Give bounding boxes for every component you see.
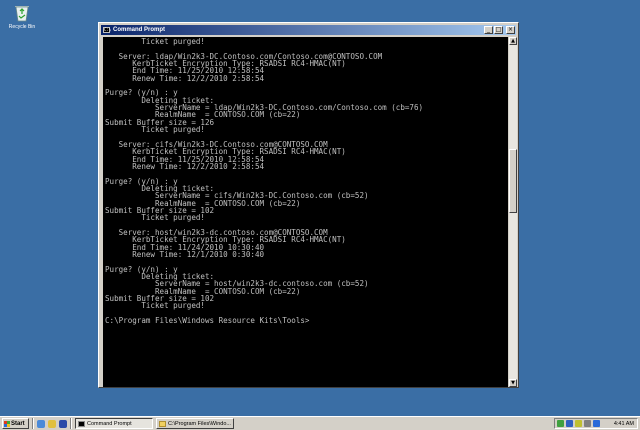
window-title: Command Prompt — [113, 27, 166, 33]
vertical-scrollbar[interactable]: ▲ ▼ — [509, 37, 517, 387]
cmd-task-icon — [78, 420, 85, 427]
show-desktop-icon[interactable] — [37, 419, 45, 428]
tray-status-icon[interactable] — [557, 420, 564, 427]
console-text: Ticket purged! Server: ldap/Win2k3-DC.Co… — [103, 37, 508, 325]
windows-flag-icon — [4, 420, 10, 427]
cmd-app-icon[interactable]: C:\ — [103, 27, 111, 33]
console-line: Renew Time: 12/2/2010 2:58:54 — [105, 73, 265, 83]
window-titlebar[interactable]: C:\ Command Prompt _ □ × — [101, 25, 516, 35]
console-line: Ticket purged! — [105, 37, 205, 46]
ie-quicklaunch-icon[interactable] — [59, 419, 67, 428]
start-button[interactable]: Start — [2, 418, 29, 429]
folder-icon — [159, 420, 166, 427]
console-line: C:\Program Files\Windows Resource Kits\T… — [105, 316, 310, 326]
task-label: Command Prompt — [87, 420, 132, 427]
console-line: Renew Time: 12/2/2010 2:58:54 — [105, 161, 265, 171]
console-line: Ticket purged! — [105, 213, 205, 223]
quick-launch — [37, 419, 67, 428]
minimize-button[interactable]: _ — [484, 26, 493, 34]
tray-folder-icon[interactable] — [575, 420, 582, 427]
scroll-down-arrow-icon[interactable]: ▼ — [509, 379, 517, 387]
recycle-bin-label: Recycle Bin — [8, 24, 36, 30]
taskbar-item-explorer[interactable]: C:\Program Files\Windo... — [156, 418, 234, 429]
start-label: Start — [11, 420, 25, 427]
scrollbar-thumb[interactable] — [509, 149, 517, 213]
tray-security-icon[interactable] — [593, 420, 600, 427]
scroll-up-arrow-icon[interactable]: ▲ — [509, 37, 517, 45]
console-line: Ticket purged! — [105, 301, 205, 311]
console-line: Renew Time: 12/1/2010 0:30:40 — [105, 249, 265, 259]
taskbar-separator — [32, 418, 34, 429]
task-label: C:\Program Files\Windo... — [168, 420, 231, 427]
close-button[interactable]: × — [506, 26, 515, 34]
taskbar-separator — [70, 418, 72, 429]
recycle-bin-icon — [13, 2, 31, 22]
recycle-bin-shortcut[interactable]: Recycle Bin — [2, 2, 42, 30]
maximize-button[interactable]: □ — [494, 26, 503, 34]
taskbar-item-command-prompt[interactable]: Command Prompt — [75, 418, 153, 429]
system-tray: 4:41 AM — [554, 418, 638, 429]
taskbar: Start Command Prompt C:\Program Files\Wi… — [0, 416, 640, 430]
tray-clock[interactable]: 4:41 AM — [614, 421, 634, 427]
console-line: Ticket purged! — [105, 125, 205, 135]
tray-volume-icon[interactable] — [584, 420, 591, 427]
tray-network-icon[interactable] — [566, 420, 573, 427]
explorer-quicklaunch-icon[interactable] — [48, 419, 56, 428]
command-prompt-window[interactable]: C:\ Command Prompt _ □ × Ticket purged! … — [98, 22, 519, 388]
console-output[interactable]: Ticket purged! Server: ldap/Win2k3-DC.Co… — [103, 37, 508, 387]
